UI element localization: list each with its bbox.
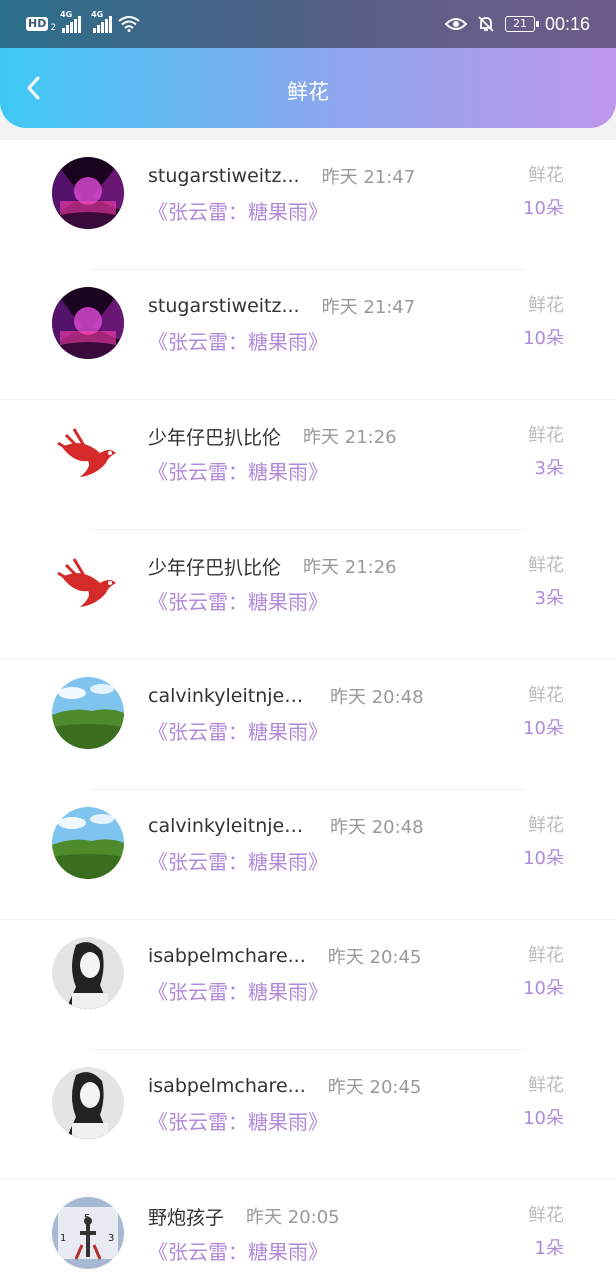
avatar[interactable] bbox=[52, 937, 124, 1009]
user-info: calvinkyleitnjea... 昨天 20:48 bbox=[148, 680, 424, 712]
gift-type-label: 鲜花 bbox=[528, 815, 564, 836]
hd-sub: 2 bbox=[50, 23, 57, 33]
user-info: stugarstiweitz... 昨天 21:47 bbox=[148, 160, 415, 192]
svg-text:3: 3 bbox=[108, 1233, 114, 1244]
user-info: stugarstiweitz... 昨天 21:47 bbox=[148, 290, 415, 322]
list-item[interactable]: 513野炮孩子昨天 20:05《张云雷：糖果雨》鲜花1朵 bbox=[0, 1180, 616, 1280]
gift-type-label: 鲜花 bbox=[528, 945, 564, 966]
user-info: 野炮孩子 昨天 20:05 bbox=[148, 1200, 340, 1232]
gift-count: 10朵 bbox=[523, 848, 564, 869]
avatar[interactable] bbox=[52, 287, 124, 359]
gift-count: 10朵 bbox=[523, 718, 564, 739]
gift-summary: 鲜花 10朵 bbox=[523, 292, 564, 358]
gift-count: 10朵 bbox=[523, 978, 564, 999]
username: 野炮孩子 bbox=[148, 1206, 225, 1229]
username: stugarstiweitz... bbox=[148, 295, 300, 317]
user-info: isabpelmchare... 昨天 20:45 bbox=[148, 940, 421, 972]
avatar[interactable] bbox=[52, 157, 124, 229]
user-info: 少年仔巴扒比伦 昨天 21:26 bbox=[148, 550, 397, 582]
page-title: 鲜花 bbox=[287, 80, 329, 104]
username: calvinkyleitnjea... bbox=[148, 815, 308, 837]
list-item[interactable]: stugarstiweitz... 昨天 21:47 《张云雷：糖果雨》 鲜花 10朵 bbox=[0, 140, 616, 270]
timestamp: 昨天 21:26 bbox=[303, 427, 397, 448]
gift-summary: 鲜花 10朵 bbox=[523, 162, 564, 228]
avatar[interactable] bbox=[52, 417, 124, 489]
gift-type-label: 鲜花 bbox=[528, 295, 564, 316]
avatar[interactable] bbox=[52, 677, 124, 749]
gift-count: 10朵 bbox=[523, 198, 564, 219]
gift-summary: 鲜花 10朵 bbox=[523, 1072, 564, 1138]
gift-count: 1朵 bbox=[534, 1238, 564, 1259]
username: calvinkyleitnjea... bbox=[148, 685, 308, 707]
song-title: 《张云雷：糖果雨》 bbox=[148, 980, 328, 1004]
signal-icon: 4G bbox=[91, 10, 113, 33]
song-title: 《张云雷：糖果雨》 bbox=[148, 1240, 328, 1264]
eye-icon bbox=[444, 18, 467, 30]
battery-icon: 21 bbox=[504, 16, 539, 32]
timestamp: 昨天 20:05 bbox=[246, 1207, 340, 1228]
timestamp: 昨天 20:48 bbox=[330, 817, 424, 838]
timestamp: 昨天 20:48 bbox=[330, 687, 424, 708]
avatar[interactable]: 513 bbox=[52, 1197, 124, 1269]
timestamp: 昨天 21:47 bbox=[321, 297, 416, 318]
song-title: 《张云雷：糖果雨》 bbox=[148, 850, 328, 874]
username: isabpelmchare... bbox=[148, 1075, 306, 1097]
list-item[interactable]: calvinkyleitnjea... 昨天 20:48 《张云雷：糖果雨》 鲜花 10… bbox=[0, 660, 616, 790]
song-title: 《张云雷：糖果雨》 bbox=[148, 590, 328, 614]
gift-summary: 鲜花 3朵 bbox=[528, 552, 564, 618]
user-info: calvinkyleitnjea... 昨天 20:48 bbox=[148, 810, 424, 842]
gift-summary: 鲜花 10朵 bbox=[523, 942, 564, 1008]
signal-icon: 4G bbox=[60, 10, 82, 33]
user-info: 少年仔巴扒比伦 昨天 21:26 bbox=[148, 420, 397, 452]
gift-count: 10朵 bbox=[523, 1108, 564, 1129]
gift-type-label: 鲜花 bbox=[528, 425, 564, 446]
gift-summary: 鲜花 10朵 bbox=[523, 812, 564, 878]
gift-type-label: 鲜花 bbox=[528, 555, 564, 576]
wifi-icon bbox=[118, 16, 140, 32]
flower-record-list: stugarstiweitz... 昨天 21:47 《张云雷：糖果雨》 鲜花 10朵 s… bbox=[0, 140, 616, 1280]
svg-text:1: 1 bbox=[60, 1233, 66, 1244]
list-item[interactable]: 少年仔巴扒比伦 昨天 21:26 《张云雷：糖果雨》 鲜花 3朵 bbox=[0, 400, 616, 530]
gift-summary: 鲜花 1朵 bbox=[528, 1202, 564, 1268]
avatar[interactable] bbox=[52, 1067, 124, 1139]
user-info: isabpelmchare... 昨天 20:45 bbox=[148, 1070, 421, 1102]
gift-summary: 鲜花 3朵 bbox=[528, 422, 564, 488]
gift-count: 3朵 bbox=[534, 458, 564, 479]
gift-type-label: 鲜花 bbox=[528, 1075, 564, 1096]
list-item[interactable]: stugarstiweitz... 昨天 21:47 《张云雷：糖果雨》 鲜花 10朵 bbox=[0, 270, 616, 400]
avatar[interactable] bbox=[52, 807, 124, 879]
username: 少年仔巴扒比伦 bbox=[148, 426, 282, 449]
song-title: 《张云雷：糖果雨》 bbox=[148, 200, 328, 224]
hd-badge: HD bbox=[26, 17, 49, 31]
timestamp: 昨天 21:47 bbox=[321, 167, 416, 188]
list-item[interactable]: isabpelmchare... 昨天 20:45 《张云雷：糖果雨》 鲜花 10朵 bbox=[0, 1050, 616, 1180]
timestamp: 昨天 20:45 bbox=[327, 1077, 422, 1098]
timestamp: 昨天 21:26 bbox=[303, 557, 397, 578]
song-title: 《张云雷：糖果雨》 bbox=[148, 460, 328, 484]
bell-off-icon bbox=[478, 16, 494, 32]
username: 少年仔巴扒比伦 bbox=[148, 556, 282, 579]
header: HD 2 4G 4G 21 00:16 鲜花 bbox=[0, 0, 616, 128]
gift-type-label: 鲜花 bbox=[528, 685, 564, 706]
clock: 00:16 bbox=[544, 13, 590, 34]
list-item[interactable]: calvinkyleitnjea... 昨天 20:48 《张云雷：糖果雨》 鲜花 10… bbox=[0, 790, 616, 920]
gift-count: 3朵 bbox=[534, 588, 564, 609]
gift-summary: 鲜花 10朵 bbox=[523, 682, 564, 748]
avatar[interactable] bbox=[52, 547, 124, 619]
song-title: 《张云雷：糖果雨》 bbox=[148, 720, 328, 744]
gift-type-label: 鲜花 bbox=[528, 1205, 564, 1226]
list-item[interactable]: 少年仔巴扒比伦 昨天 21:26 《张云雷：糖果雨》 鲜花 3朵 bbox=[0, 530, 616, 660]
timestamp: 昨天 20:45 bbox=[327, 947, 422, 968]
song-title: 《张云雷：糖果雨》 bbox=[148, 1110, 328, 1134]
song-title: 《张云雷：糖果雨》 bbox=[148, 330, 328, 354]
username: stugarstiweitz... bbox=[148, 165, 300, 187]
nav-bar: 鲜花 bbox=[0, 48, 616, 128]
gift-type-label: 鲜花 bbox=[528, 165, 564, 186]
username: isabpelmchare... bbox=[148, 945, 306, 967]
list-item[interactable]: isabpelmchare... 昨天 20:45 《张云雷：糖果雨》 鲜花 10朵 bbox=[0, 920, 616, 1050]
gift-count: 10朵 bbox=[523, 328, 564, 349]
status-bar: HD 2 4G 4G 21 00:16 bbox=[0, 0, 616, 48]
